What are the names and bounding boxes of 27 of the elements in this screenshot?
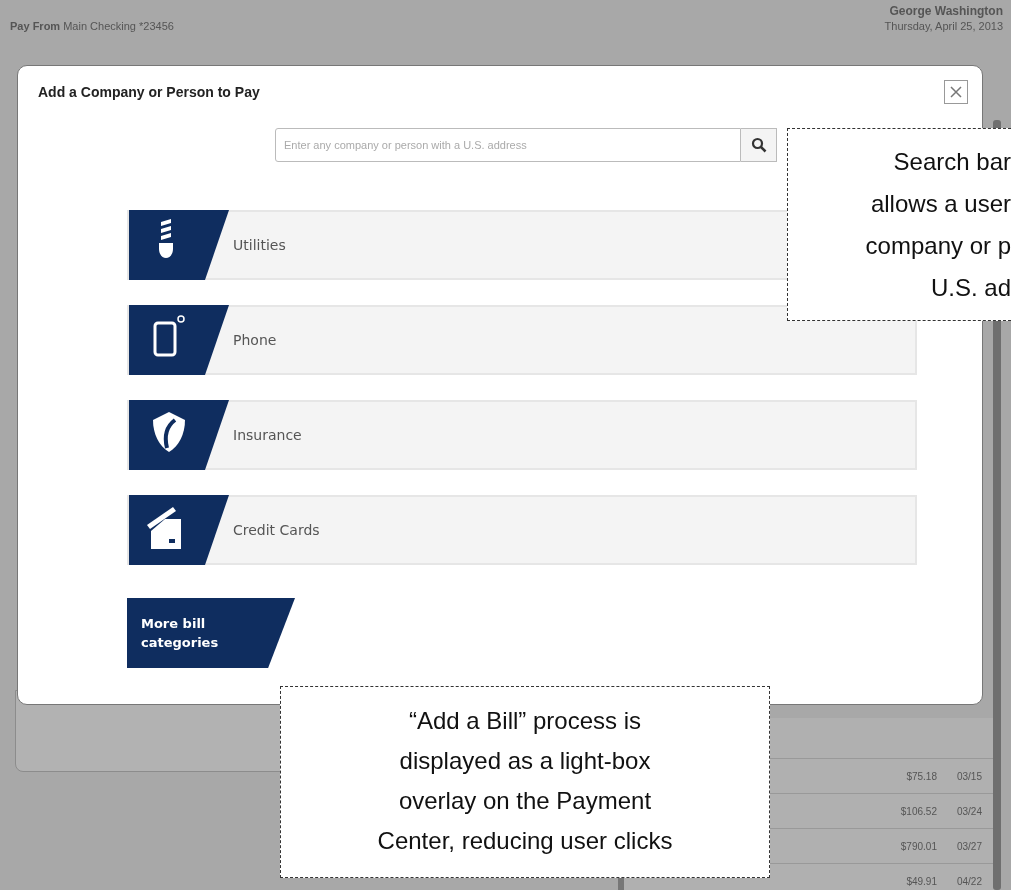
amount-cell: $49.91 <box>906 875 937 887</box>
amount-cell: $106.52 <box>900 805 937 817</box>
category-button[interactable]: Phone <box>127 305 917 375</box>
date-cell: 03/15 <box>956 770 982 782</box>
shield-icon <box>129 400 229 470</box>
dialog-title: Add a Company or Person to Pay <box>38 84 260 100</box>
date-cell: 03/24 <box>956 805 982 817</box>
date-cell: 03/27 <box>956 840 982 852</box>
amount-cell: $75.18 <box>906 770 937 782</box>
tablet-icon <box>129 305 229 375</box>
category-button[interactable]: Insurance <box>127 400 917 470</box>
user-name: George Washington <box>889 4 1003 18</box>
more-categories-button[interactable]: More bill categories <box>127 598 295 668</box>
category-button[interactable]: Credit Cards <box>127 495 917 565</box>
annotation-tooltip: “Add a Bill” process is displayed as a light-box overlay on the Payment Center, reducing user clicks <box>280 686 770 878</box>
amount-cell: $790.01 <box>900 840 937 852</box>
search-field[interactable]: Enter any company or person with a U.S. address <box>275 128 741 162</box>
annotation-tooltip: Search bar allows a user company or p U.S. ad <box>787 128 1011 321</box>
close-icon <box>950 86 962 98</box>
pay-from-text: Pay From Main Checking *23456 <box>10 19 174 34</box>
date-text: Thursday, April 25, 2013 <box>884 20 1003 32</box>
search-icon <box>750 137 767 153</box>
search-button[interactable] <box>741 128 777 162</box>
date-cell: 04/22 <box>956 875 982 887</box>
card-icon <box>129 495 229 565</box>
close-button[interactable] <box>944 80 968 104</box>
bulb-icon <box>129 210 229 280</box>
